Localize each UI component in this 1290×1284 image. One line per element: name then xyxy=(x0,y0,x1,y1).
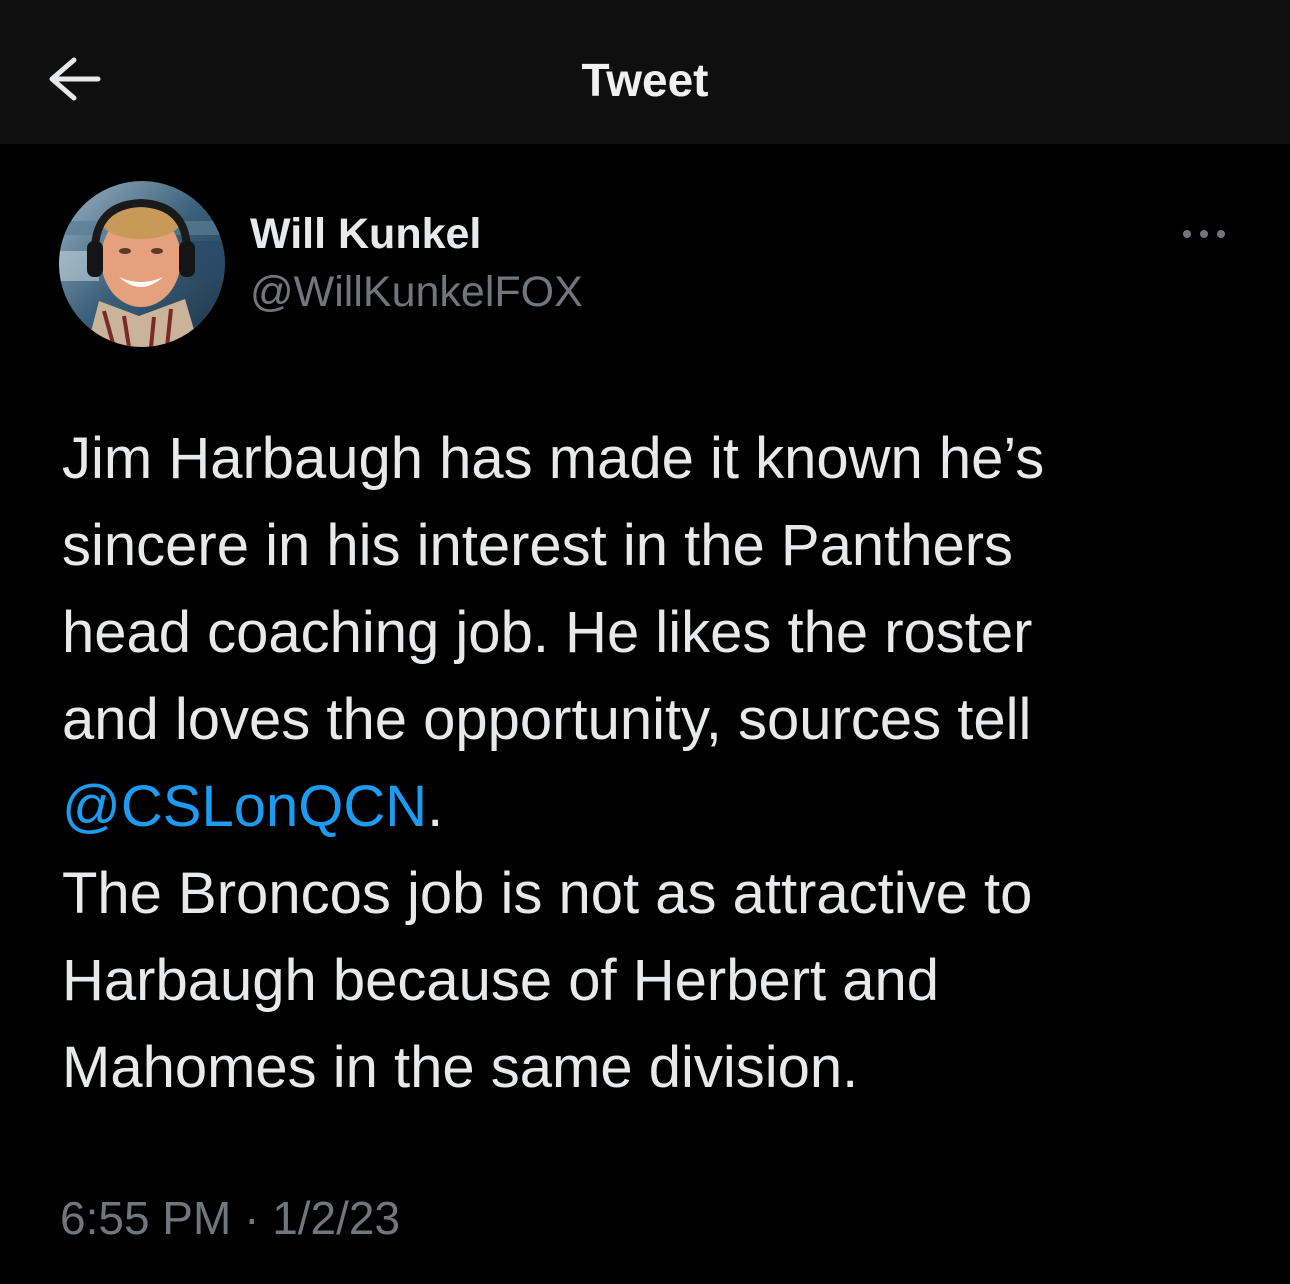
page-title: Tweet xyxy=(581,54,709,106)
tweet-line: Harbaugh because of Herbert and xyxy=(62,948,940,1013)
author-name[interactable]: Will Kunkel xyxy=(250,208,481,260)
tweet-line: The Broncos job is not as attractive to xyxy=(62,861,1033,926)
author-handle[interactable]: @WillKunkelFOX xyxy=(250,266,583,318)
top-bar: Tweet xyxy=(0,0,1290,144)
tweet-line: sincere in his interest in the Panthers xyxy=(62,513,1014,578)
mention-link[interactable]: @CSLonQCN xyxy=(62,774,427,839)
tweet-text: Jim Harbaugh has made it known he’s sinc… xyxy=(62,415,1242,1111)
avatar[interactable] xyxy=(59,181,225,347)
avatar-photo xyxy=(59,181,225,347)
more-horizontal-icon xyxy=(1183,230,1225,238)
tweet-line: Mahomes in the same division. xyxy=(62,1035,859,1100)
tweet-line: and loves the opportunity, sources tell xyxy=(62,687,1032,752)
tweet-line: Jim Harbaugh has made it known he’s xyxy=(62,426,1045,491)
tweet-line: head coaching job. He likes the roster xyxy=(62,600,1033,665)
tweet-line: @CSLonQCN. xyxy=(62,763,1242,850)
tweet-timestamp[interactable]: 6:55 PM · 1/2/23 xyxy=(60,1190,400,1246)
more-button[interactable] xyxy=(1176,214,1232,254)
mention-suffix: . xyxy=(427,774,444,839)
